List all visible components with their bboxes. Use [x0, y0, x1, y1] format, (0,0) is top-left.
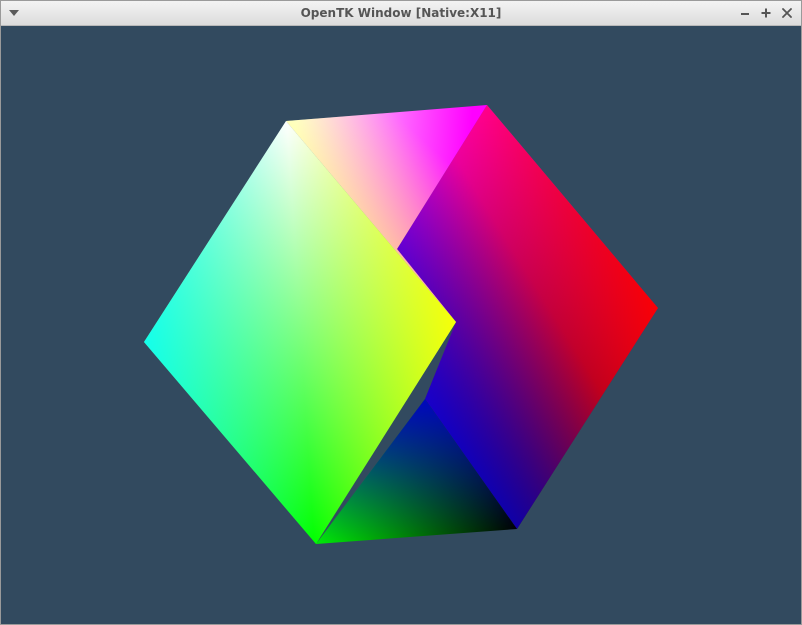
close-icon — [782, 8, 792, 18]
color-cube — [144, 105, 658, 544]
window-title: OpenTK Window [Native:X11] — [300, 6, 502, 20]
minimize-button[interactable] — [737, 5, 753, 21]
close-button[interactable] — [779, 5, 795, 21]
title-bar[interactable]: OpenTK Window [Native:X11] — [1, 1, 801, 26]
minimize-icon — [741, 13, 749, 15]
opengl-viewport[interactable] — [1, 26, 801, 624]
maximize-button[interactable] — [758, 5, 774, 21]
app-window: OpenTK Window [Native:X11] — [0, 0, 802, 625]
maximize-icon — [761, 8, 771, 18]
